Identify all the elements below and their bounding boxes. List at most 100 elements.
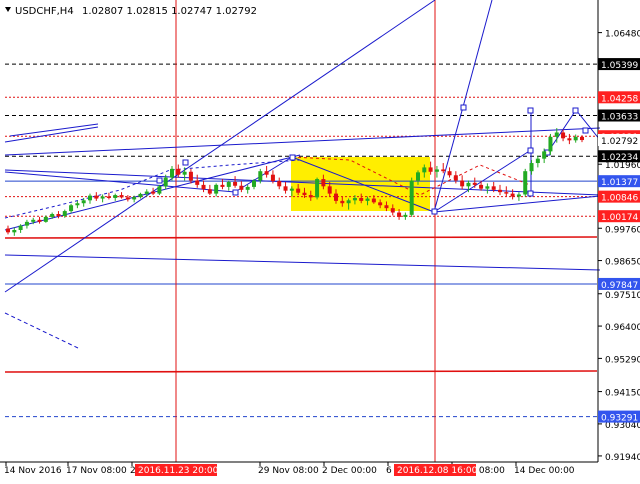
- support-line-red: [4, 236, 598, 239]
- candle-body: [201, 184, 206, 190]
- anchor-marker: [527, 107, 534, 114]
- candle-body: [567, 138, 572, 141]
- x-marker-label: 2016.12.08 16:00: [397, 466, 478, 476]
- x-tick-label: 14 Nov 2016: [4, 466, 62, 476]
- anchor-marker: [572, 107, 579, 114]
- candle-body: [106, 196, 111, 198]
- candle-body: [573, 136, 578, 141]
- candle-body: [277, 181, 282, 187]
- candle-body: [94, 195, 99, 199]
- header-ohlc: 1.02807 1.02815 1.02747 1.02792: [82, 6, 257, 17]
- candle-body: [233, 181, 238, 186]
- candle-body: [472, 182, 477, 185]
- candle-body: [138, 193, 143, 198]
- anchor-marker: [527, 147, 534, 154]
- candle-body: [554, 132, 559, 137]
- candle-body: [170, 168, 174, 178]
- y-level-label: 1.04258: [601, 94, 638, 104]
- candle-body: [346, 200, 351, 204]
- candle-body: [321, 179, 326, 187]
- candle-body: [416, 172, 420, 181]
- y-level-label: 1.00846: [601, 194, 638, 204]
- candle-body: [327, 186, 332, 194]
- candle-body: [144, 191, 149, 194]
- candle-body: [6, 228, 10, 233]
- header-symbol: USDCHF,H4: [15, 6, 74, 17]
- candle-body: [378, 202, 383, 206]
- candle-body: [37, 219, 42, 222]
- y-tick-label: 1.06480: [605, 30, 640, 40]
- anchor-marker: [289, 154, 296, 161]
- candle-body: [371, 198, 376, 203]
- candle-body: [498, 189, 502, 193]
- y-tick-label: 0.98650: [605, 258, 640, 268]
- candle-body: [119, 195, 124, 198]
- x-tick-label: 14 Dec 00:00: [514, 466, 575, 476]
- candle-body: [479, 184, 484, 189]
- candle-body: [441, 169, 446, 172]
- candle-body: [239, 185, 244, 190]
- candle-body: [397, 212, 402, 217]
- candle-body: [188, 171, 193, 181]
- candle-body: [132, 197, 137, 200]
- candle-body: [220, 184, 225, 187]
- anchor-marker: [460, 104, 467, 111]
- candle-body: [384, 205, 389, 209]
- y-level-label: 1.03633: [601, 112, 638, 122]
- candlestick-chart: 1.064801.019600.997600.986500.975100.964…: [0, 0, 640, 480]
- candle-body: [270, 174, 275, 182]
- candle-body: [207, 189, 212, 194]
- y-level-label: 1.01377: [601, 178, 638, 188]
- candle-body: [56, 213, 61, 217]
- candle-body: [182, 171, 187, 175]
- candle-body: [151, 191, 156, 194]
- x-tick-label: 17 Nov 08:00: [66, 466, 127, 476]
- y-level-label: 1.05399: [601, 61, 638, 71]
- candle-body: [466, 182, 471, 187]
- candle-body: [214, 184, 219, 194]
- candle-body: [88, 195, 92, 201]
- candle-body: [75, 203, 80, 206]
- candle-body: [283, 186, 288, 191]
- candle-body: [390, 208, 395, 213]
- y-tick-label: 0.91940: [605, 453, 640, 463]
- candle-body: [125, 197, 130, 200]
- candle-body: [157, 186, 162, 194]
- candle-body: [264, 171, 269, 175]
- candle-body: [447, 171, 452, 176]
- candle-body: [529, 163, 534, 172]
- candle-body: [252, 180, 256, 187]
- candle-body: [24, 221, 29, 226]
- candle-body: [460, 180, 465, 187]
- anchor-marker: [156, 177, 163, 184]
- candle-body: [561, 132, 566, 139]
- candle-body: [523, 171, 528, 195]
- candle-body: [81, 200, 86, 204]
- candle-body: [548, 136, 553, 152]
- y-tick-label: 0.94150: [605, 389, 640, 399]
- candle-body: [315, 179, 320, 198]
- candle-body: [302, 192, 307, 196]
- y-tick-label: 0.96400: [605, 323, 640, 333]
- candle-body: [453, 175, 458, 181]
- candle-body: [69, 205, 74, 212]
- candle-body: [504, 192, 509, 194]
- y-level-label: 0.93291: [601, 414, 638, 424]
- candle-body: [195, 180, 200, 185]
- candle-body: [428, 167, 433, 172]
- candle-body: [113, 195, 118, 198]
- anchor-marker: [582, 127, 589, 134]
- candle-body: [516, 194, 521, 197]
- candle-body: [510, 193, 515, 197]
- candle-body: [308, 195, 313, 198]
- anchor-marker: [527, 190, 534, 197]
- candle-body: [245, 186, 250, 190]
- candle-body: [434, 169, 439, 172]
- candle-body: [163, 177, 168, 187]
- candle-body: [352, 197, 357, 201]
- y-tick-label: 0.99760: [605, 225, 640, 235]
- candle-body: [359, 197, 364, 201]
- candle-body: [258, 171, 263, 181]
- y-tick-label: 0.97510: [605, 291, 640, 301]
- candle-body: [491, 186, 496, 190]
